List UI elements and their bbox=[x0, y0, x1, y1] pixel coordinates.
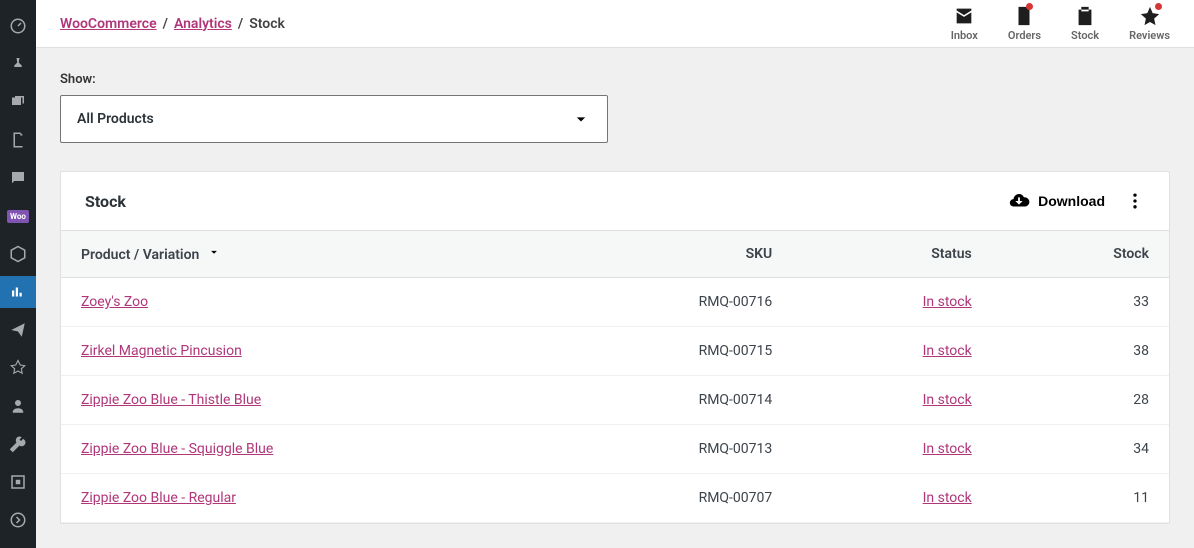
product-filter-select[interactable]: All Products bbox=[60, 95, 608, 143]
more-vertical-icon bbox=[1125, 191, 1145, 211]
topbar-orders-label: Orders bbox=[1008, 29, 1041, 42]
product-link[interactable]: Zippie Zoo Blue - Regular bbox=[81, 490, 236, 506]
cell-stock: 11 bbox=[992, 474, 1169, 523]
filter-selected-value: All Products bbox=[77, 111, 154, 127]
breadcrumb-sep: / bbox=[163, 16, 168, 32]
cell-status: In stock bbox=[792, 327, 991, 376]
sidebar-item-analytics[interactable] bbox=[0, 276, 36, 308]
cell-stock: 34 bbox=[992, 425, 1169, 474]
topbar-inbox[interactable]: Inbox bbox=[951, 5, 978, 42]
col-sku[interactable]: SKU bbox=[593, 231, 792, 278]
cell-product: Zippie Zoo Blue - Squiggle Blue bbox=[61, 425, 593, 474]
cell-status: In stock bbox=[792, 425, 991, 474]
notification-dot-icon bbox=[1026, 3, 1033, 10]
topbar-inbox-label: Inbox bbox=[951, 29, 978, 42]
breadcrumb: WooCommerce / Analytics / Stock bbox=[60, 16, 285, 32]
card-title: Stock bbox=[85, 192, 126, 211]
sidebar-item-media[interactable] bbox=[0, 86, 36, 118]
breadcrumb-woocommerce[interactable]: WooCommerce bbox=[60, 16, 157, 32]
notification-dot-icon bbox=[1155, 3, 1162, 10]
sidebar-item-comments[interactable] bbox=[0, 162, 36, 194]
cell-stock: 38 bbox=[992, 327, 1169, 376]
topbar-reviews[interactable]: Reviews bbox=[1129, 5, 1170, 42]
cell-sku: RMQ-00714 bbox=[593, 376, 792, 425]
admin-sidebar: Woo bbox=[0, 0, 36, 548]
breadcrumb-analytics[interactable]: Analytics bbox=[174, 16, 232, 32]
sidebar-item-pages[interactable] bbox=[0, 124, 36, 156]
table-row: Zippie Zoo Blue - Squiggle Blue RMQ-00713… bbox=[61, 425, 1169, 474]
download-button[interactable]: Download bbox=[1008, 190, 1105, 212]
table-row: Zippie Zoo Blue - Regular RMQ-00707 In sto… bbox=[61, 474, 1169, 523]
sidebar-item-pin[interactable] bbox=[0, 48, 36, 80]
product-link[interactable]: Zippie Zoo Blue - Squiggle Blue bbox=[81, 441, 273, 457]
sidebar-item-settings[interactable] bbox=[0, 466, 36, 498]
col-stock[interactable]: Stock bbox=[992, 231, 1169, 278]
download-label: Download bbox=[1038, 193, 1105, 209]
card-header: Stock Download bbox=[61, 172, 1169, 230]
topbar: WooCommerce / Analytics / Stock Inbox Or… bbox=[36, 0, 1194, 48]
status-link[interactable]: In stock bbox=[923, 343, 972, 359]
cell-status: In stock bbox=[792, 278, 991, 327]
status-link[interactable]: In stock bbox=[923, 490, 972, 506]
product-link[interactable]: Zirkel Magnetic Pincusion bbox=[81, 343, 242, 359]
sidebar-item-tools[interactable] bbox=[0, 428, 36, 460]
stock-card: Stock Download bbox=[60, 171, 1170, 524]
cell-stock: 33 bbox=[992, 278, 1169, 327]
topbar-orders[interactable]: Orders bbox=[1008, 5, 1041, 42]
sidebar-item-woocommerce[interactable]: Woo bbox=[0, 200, 36, 232]
table-row: Zoey's Zoo RMQ-00716 In stock 33 bbox=[61, 278, 1169, 327]
cell-product: Zippie Zoo Blue - Thistle Blue bbox=[61, 376, 593, 425]
sidebar-item-products[interactable] bbox=[0, 238, 36, 270]
cloud-download-icon bbox=[1008, 190, 1030, 212]
more-button[interactable] bbox=[1125, 191, 1145, 211]
mail-icon bbox=[953, 5, 975, 27]
breadcrumb-current: Stock bbox=[249, 16, 285, 32]
main-area: WooCommerce / Analytics / Stock Inbox Or… bbox=[36, 0, 1194, 548]
product-link[interactable]: Zippie Zoo Blue - Thistle Blue bbox=[81, 392, 261, 408]
cell-sku: RMQ-00707 bbox=[593, 474, 792, 523]
sidebar-item-users[interactable] bbox=[0, 390, 36, 422]
sidebar-item-appearance[interactable] bbox=[0, 352, 36, 384]
cell-product: Zoey's Zoo bbox=[61, 278, 593, 327]
cell-product: Zirkel Magnetic Pincusion bbox=[61, 327, 593, 376]
col-product-label: Product / Variation bbox=[81, 247, 199, 263]
table-row: Zippie Zoo Blue - Thistle Blue RMQ-00714 I… bbox=[61, 376, 1169, 425]
topbar-reviews-label: Reviews bbox=[1129, 29, 1170, 42]
sidebar-item-collapse[interactable] bbox=[0, 504, 36, 536]
product-link[interactable]: Zoey's Zoo bbox=[81, 294, 148, 310]
cell-product: Zippie Zoo Blue - Regular bbox=[61, 474, 593, 523]
topbar-stock[interactable]: Stock bbox=[1071, 5, 1099, 42]
cell-status: In stock bbox=[792, 474, 991, 523]
cell-stock: 28 bbox=[992, 376, 1169, 425]
cell-sku: RMQ-00713 bbox=[593, 425, 792, 474]
filter-label: Show: bbox=[60, 72, 1170, 87]
cell-status: In stock bbox=[792, 376, 991, 425]
woo-badge-icon: Woo bbox=[7, 210, 29, 223]
col-status[interactable]: Status bbox=[792, 231, 991, 278]
content: Show: All Products Stock Download bbox=[36, 48, 1194, 548]
topbar-actions: Inbox Orders Stock Reviews bbox=[951, 5, 1170, 42]
chevron-down-icon bbox=[571, 109, 591, 129]
cell-sku: RMQ-00715 bbox=[593, 327, 792, 376]
col-product[interactable]: Product / Variation bbox=[61, 231, 593, 278]
breadcrumb-sep: / bbox=[238, 16, 243, 32]
status-link[interactable]: In stock bbox=[923, 294, 972, 310]
status-link[interactable]: In stock bbox=[923, 392, 972, 408]
cell-sku: RMQ-00716 bbox=[593, 278, 792, 327]
chevron-down-icon bbox=[207, 245, 221, 263]
topbar-stock-label: Stock bbox=[1071, 29, 1099, 42]
clipboard-icon bbox=[1074, 5, 1096, 27]
table-row: Zirkel Magnetic Pincusion RMQ-00715 In sto… bbox=[61, 327, 1169, 376]
stock-table: Product / Variation SKU Status Stock Zoe… bbox=[61, 230, 1169, 523]
sidebar-item-dashboard[interactable] bbox=[0, 10, 36, 42]
sidebar-item-marketing[interactable] bbox=[0, 314, 36, 346]
status-link[interactable]: In stock bbox=[923, 441, 972, 457]
